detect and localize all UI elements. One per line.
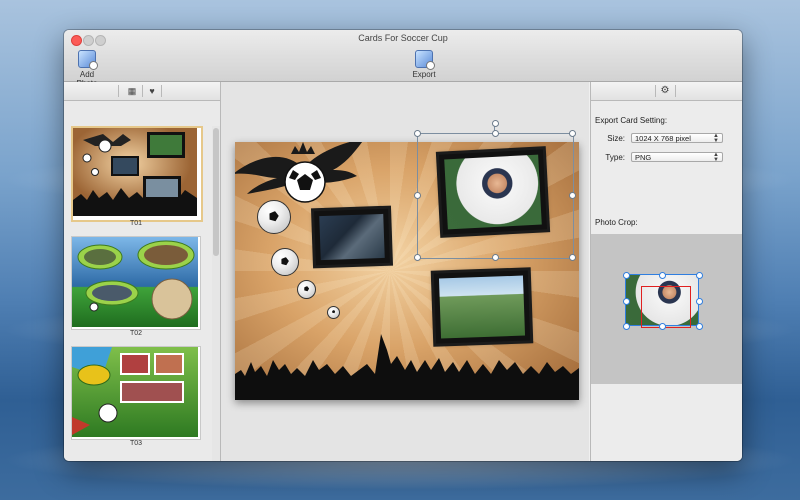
tab-divider bbox=[655, 85, 656, 97]
template-preview-t01 bbox=[73, 128, 197, 216]
resize-handle-left[interactable] bbox=[414, 192, 421, 199]
export-button[interactable]: Export bbox=[408, 50, 440, 79]
crop-handle-bottom-right[interactable] bbox=[696, 323, 703, 330]
resize-handle-right[interactable] bbox=[569, 192, 576, 199]
template-list: T01 T02 T03 bbox=[64, 126, 212, 461]
winged-ball-emblem bbox=[235, 142, 363, 203]
settings-tabs: ⚙ bbox=[591, 82, 742, 101]
landscape-photo bbox=[438, 275, 526, 339]
resize-handle-bottom-left[interactable] bbox=[414, 254, 421, 261]
template-sidebar: ▦ ♥ T01 T02 T03 bbox=[64, 82, 221, 461]
rotate-handle[interactable] bbox=[492, 120, 499, 127]
template-scrollbar-thumb[interactable] bbox=[213, 128, 219, 256]
template-thumb-t02[interactable] bbox=[71, 236, 201, 330]
photo-crop-title: Photo Crop: bbox=[595, 218, 638, 227]
size-select-value: 1024 X 768 pixel bbox=[635, 134, 691, 143]
resize-handle-top-right[interactable] bbox=[569, 130, 576, 137]
crowd-silhouette bbox=[235, 334, 579, 400]
add-photo-icon bbox=[78, 50, 98, 70]
type-select[interactable]: PNG ▲ ▼ bbox=[631, 152, 723, 163]
resize-handle-bottom-right[interactable] bbox=[569, 254, 576, 261]
crop-handle-top-right[interactable] bbox=[696, 272, 703, 279]
settings-panel: ⚙ Export Card Setting: Size: 1024 X 768 … bbox=[590, 82, 742, 461]
crop-handle-right[interactable] bbox=[696, 298, 703, 305]
size-label: Size: bbox=[607, 134, 625, 143]
type-select-value: PNG bbox=[635, 153, 652, 162]
export-setting-title: Export Card Setting: bbox=[595, 116, 668, 125]
template-preview-t03 bbox=[72, 347, 198, 437]
export-icon bbox=[415, 50, 435, 70]
gear-icon[interactable]: ⚙ bbox=[657, 84, 673, 98]
titlebar: Cards For Soccer Cup Add Photo Export bbox=[64, 30, 742, 88]
resize-handle-top-left[interactable] bbox=[414, 130, 421, 137]
size-select[interactable]: 1024 X 768 pixel ▲ ▼ bbox=[631, 133, 723, 144]
soccer-ball-decoration bbox=[257, 200, 291, 234]
export-label: Export bbox=[412, 70, 436, 79]
crop-handle-bottom[interactable] bbox=[659, 323, 666, 330]
crop-handle-top-left[interactable] bbox=[623, 272, 630, 279]
team-photo bbox=[319, 213, 385, 261]
type-label: Type: bbox=[605, 153, 625, 162]
soccer-ball-decoration bbox=[297, 280, 316, 299]
soccer-ball-decoration bbox=[271, 248, 299, 276]
template-label-t01: T01 bbox=[129, 220, 143, 227]
template-preview-t02 bbox=[72, 237, 198, 327]
template-label-t03: T03 bbox=[129, 440, 143, 447]
sidebar-tabs: ▦ ♥ bbox=[64, 82, 220, 101]
updown-arrows-icon: ▲ ▼ bbox=[713, 152, 719, 163]
photo-slot-1[interactable] bbox=[314, 208, 390, 266]
template-thumb-t01[interactable] bbox=[71, 126, 203, 222]
grid-icon[interactable]: ▦ bbox=[123, 85, 141, 97]
crop-selection-rect[interactable] bbox=[641, 286, 691, 328]
template-thumb-t03[interactable] bbox=[71, 346, 201, 440]
photo-selection-box[interactable] bbox=[417, 133, 574, 259]
app-window: Cards For Soccer Cup Add Photo Export ▦ … bbox=[64, 30, 742, 461]
tab-divider bbox=[161, 85, 162, 97]
template-label-t02: T02 bbox=[129, 330, 143, 337]
tab-divider bbox=[118, 85, 119, 97]
updown-arrows-icon: ▲ ▼ bbox=[713, 133, 719, 144]
tab-divider bbox=[675, 85, 676, 97]
crop-handle-bottom-left[interactable] bbox=[623, 323, 630, 330]
resize-handle-bottom[interactable] bbox=[492, 254, 499, 261]
crop-handle-left[interactable] bbox=[623, 298, 630, 305]
soccer-ball-decoration bbox=[327, 306, 340, 319]
window-title: Cards For Soccer Cup bbox=[358, 33, 448, 43]
photo-crop-area[interactable] bbox=[591, 234, 742, 384]
card-canvas-area bbox=[221, 82, 589, 461]
heart-icon[interactable]: ♥ bbox=[143, 85, 161, 97]
crop-handle-top[interactable] bbox=[659, 272, 666, 279]
resize-handle-top[interactable] bbox=[492, 130, 499, 137]
